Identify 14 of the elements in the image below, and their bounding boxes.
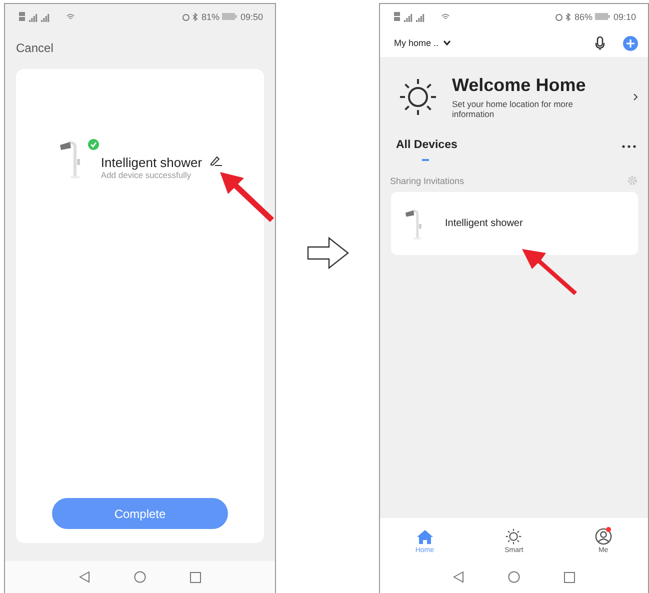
battery-percent: 86%: [574, 12, 592, 22]
cancel-link[interactable]: Cancel: [16, 41, 54, 55]
welcome-subtitle: Set your home location for more information: [452, 99, 574, 120]
sharing-label: Sharing Invitations: [390, 176, 464, 186]
device-name: Intelligent shower: [100, 155, 202, 170]
battery-percent: 81%: [201, 12, 220, 22]
device-status: Add device successfully: [100, 170, 192, 180]
all-devices-tab[interactable]: All Devices: [396, 139, 458, 154]
welcome-title: Welcome Home: [452, 75, 587, 96]
device-card[interactable]: Intelligent shower: [391, 192, 638, 256]
status-time: 09:50: [240, 12, 263, 22]
home-selector[interactable]: My home ..: [394, 38, 439, 48]
device-name: Intelligent shower: [445, 218, 523, 230]
status-time: 09:10: [613, 12, 636, 22]
